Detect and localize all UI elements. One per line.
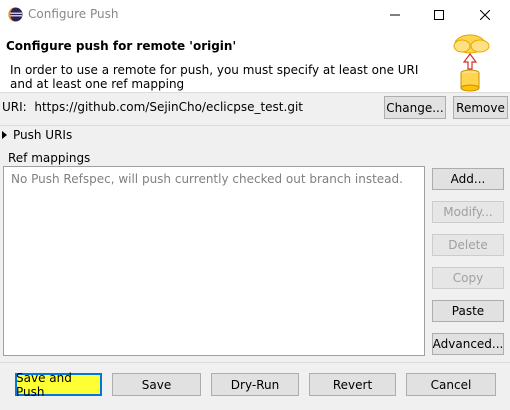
- ref-mappings-placeholder: No Push Refspec, will push currently che…: [11, 172, 403, 186]
- add-button[interactable]: Add...: [432, 168, 504, 190]
- eclipse-icon: [8, 7, 23, 22]
- push-uris-label: Push URIs: [13, 128, 73, 142]
- revert-button[interactable]: Revert: [309, 373, 396, 396]
- paste-button[interactable]: Paste: [432, 300, 504, 322]
- cloud-push-database-icon: [453, 34, 490, 92]
- save-and-push-button[interactable]: Save and Push: [15, 371, 102, 399]
- uri-label: URI:: [2, 100, 27, 114]
- push-uris-expander[interactable]: Push URIs: [2, 128, 72, 142]
- minimize-icon[interactable]: [372, 0, 418, 29]
- maximize-icon[interactable]: [416, 0, 462, 29]
- header-description: In order to use a remote for push, you m…: [10, 63, 419, 91]
- remove-uri-button[interactable]: Remove: [453, 96, 508, 119]
- copy-button[interactable]: Copy: [432, 267, 504, 289]
- title-bar: Configure Push: [0, 0, 510, 29]
- change-uri-button[interactable]: Change...: [384, 96, 446, 119]
- section-divider: [0, 125, 510, 126]
- uri-row: URI: https://github.com/SejinCho/eclicps…: [2, 100, 303, 114]
- expand-triangle-icon: [2, 131, 7, 139]
- cancel-button[interactable]: Cancel: [406, 373, 496, 396]
- header-divider: [0, 92, 510, 93]
- uri-value: https://github.com/SejinCho/eclicpse_tes…: [34, 100, 303, 114]
- footer-divider: [0, 362, 510, 363]
- dry-run-button[interactable]: Dry-Run: [211, 373, 299, 396]
- delete-button[interactable]: Delete: [432, 234, 504, 256]
- ref-mappings-list[interactable]: No Push Refspec, will push currently che…: [3, 166, 425, 356]
- close-icon[interactable]: [462, 0, 508, 29]
- ref-mappings-label: Ref mappings: [8, 151, 91, 165]
- window-title: Configure Push: [28, 7, 119, 21]
- header-title: Configure push for remote 'origin': [6, 39, 237, 53]
- save-button[interactable]: Save: [112, 373, 201, 396]
- advanced-button[interactable]: Advanced...: [432, 333, 504, 355]
- dialog-header: Configure push for remote 'origin' In or…: [0, 29, 510, 92]
- modify-button[interactable]: Modify...: [432, 201, 504, 223]
